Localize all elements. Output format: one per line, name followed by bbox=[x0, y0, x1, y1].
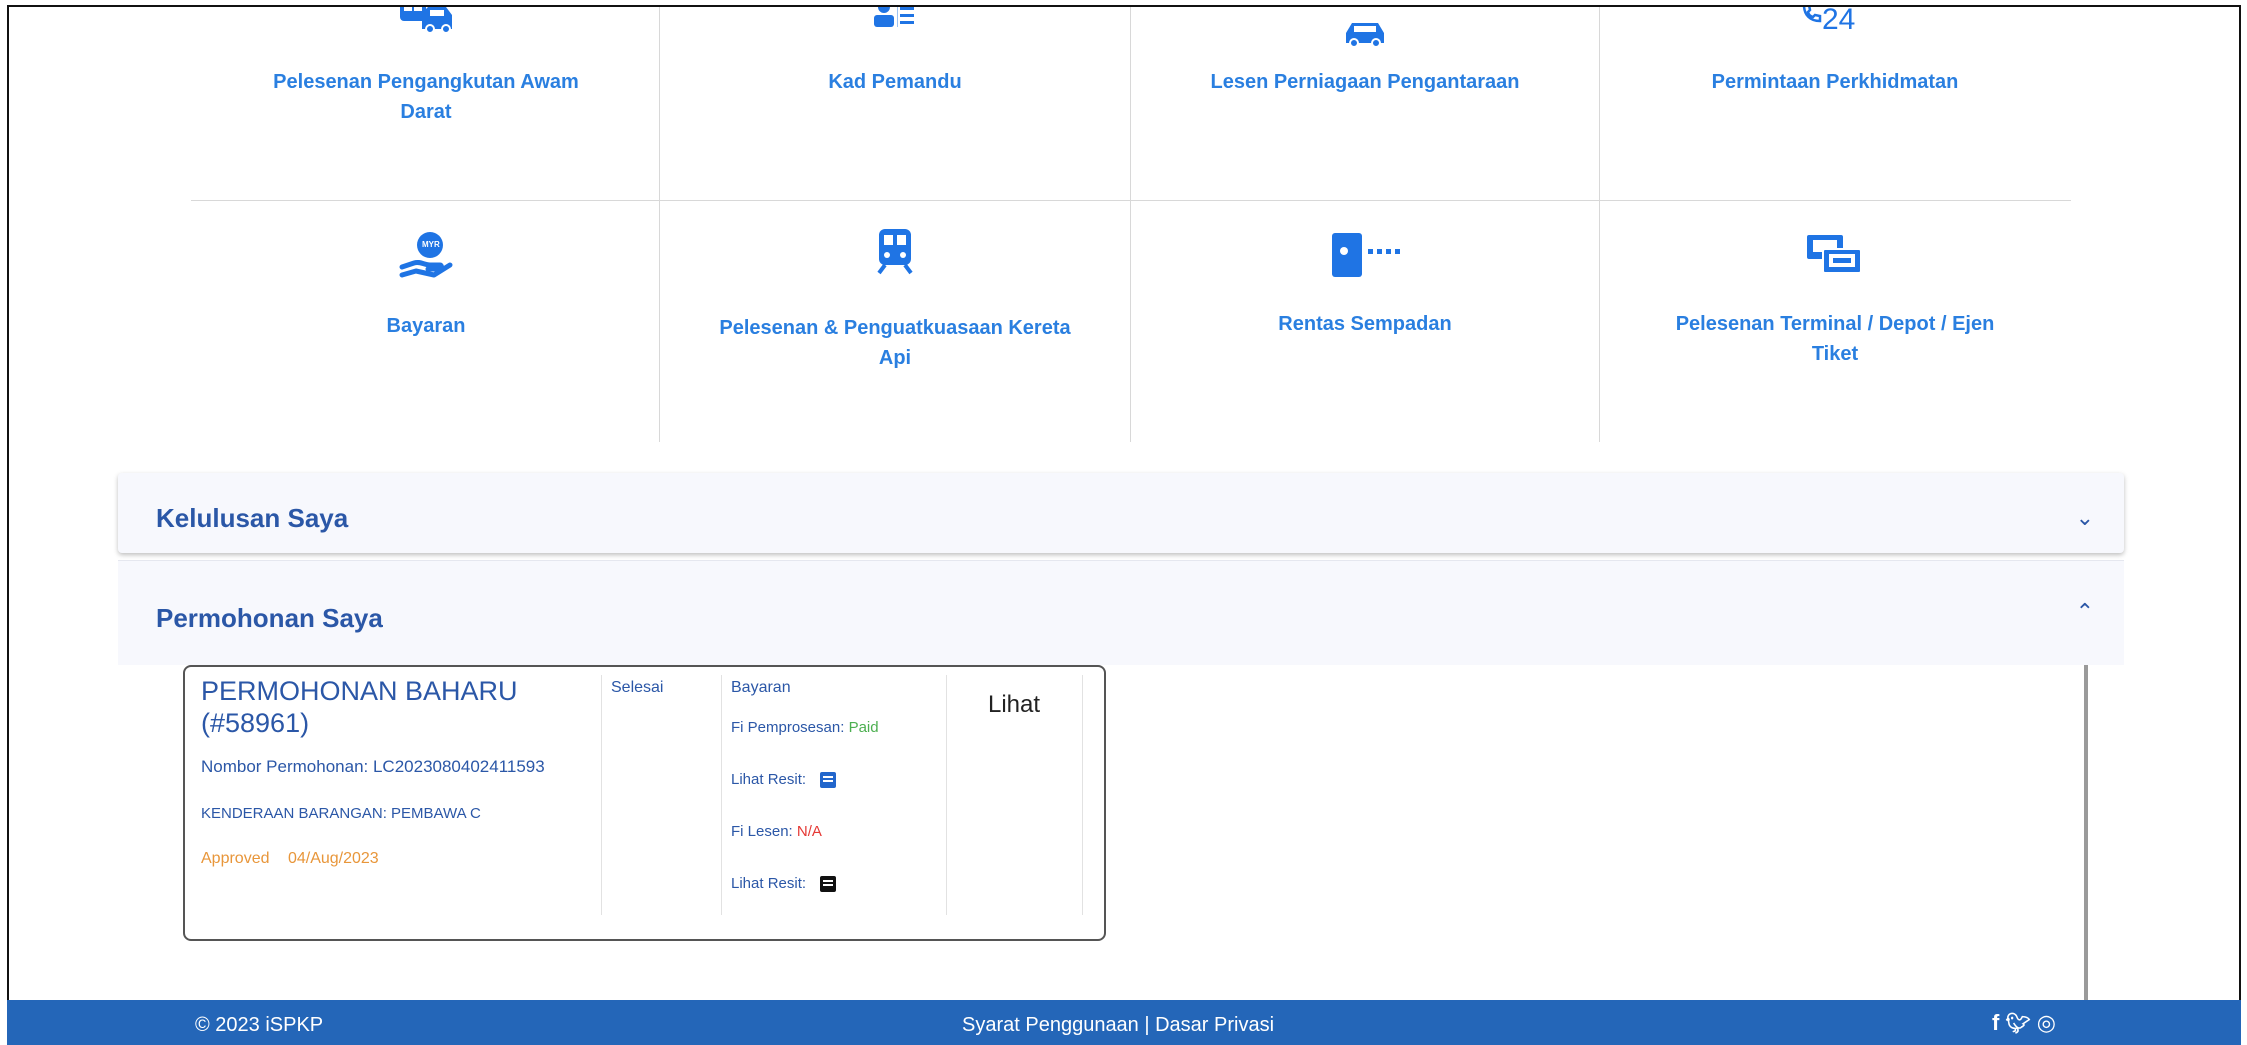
service-card-kad-pemandu[interactable]: Kad Pemandu bbox=[660, 7, 1130, 200]
receipt-icon[interactable] bbox=[820, 876, 837, 893]
footer: © 2023 iSPKP Syarat Penggunaan | Dasar P… bbox=[7, 1000, 2241, 1045]
application-info: PERMOHONAN BAHARU (#58961) Nombor Permoh… bbox=[201, 675, 602, 915]
footer-links[interactable]: Syarat Penggunaan | Dasar Privasi bbox=[962, 1014, 1274, 1037]
processing-fee-label: Fi Pemprosesan: bbox=[731, 719, 845, 736]
accordion-kelulusan-saya[interactable]: Kelulusan Saya ⌄ bbox=[118, 473, 2124, 553]
service-label: Pelesenan Pengangkutan Awam Darat bbox=[273, 71, 579, 123]
view-button[interactable]: Lihat bbox=[946, 691, 1082, 719]
service-label: Bayaran bbox=[386, 315, 466, 337]
terminal-tickets-icon bbox=[1803, 231, 1867, 284]
myr-text: MYR bbox=[422, 240, 440, 249]
status-date: 04/Aug/2023 bbox=[287, 850, 379, 867]
license-fee-row: Fi Lesen: N/A bbox=[731, 823, 946, 875]
application-status: Approved 04/Aug/2023 bbox=[201, 850, 601, 868]
accordion-permohonan-saya[interactable]: Permohonan Saya ⌃ bbox=[118, 560, 2124, 670]
application-stage: Selesai bbox=[601, 675, 722, 915]
service-label: Permintaan Perkhidmatan bbox=[1711, 71, 1959, 93]
license-fee-value: N/A bbox=[796, 823, 822, 840]
driver-card-icon bbox=[870, 7, 920, 40]
processing-fee-row: Fi Pemprosesan: Paid bbox=[731, 719, 946, 771]
payment-column: Bayaran Fi Pemprosesan: Paid Lihat Resit… bbox=[721, 675, 947, 915]
phone-24-icon: 24 bbox=[1800, 5, 1870, 41]
stage-label: Selesai bbox=[611, 679, 664, 696]
status-badge: Approved bbox=[201, 850, 270, 867]
application-number: Nombor Permohonan: LC2023080402411593 bbox=[201, 757, 545, 776]
receipt-label: Lihat Resit: bbox=[731, 875, 807, 892]
application-card: PERMOHONAN BAHARU (#58961) Nombor Permoh… bbox=[183, 665, 1106, 941]
license-fee-label: Fi Lesen: bbox=[731, 823, 793, 840]
chevron-down-icon[interactable]: ⌄ bbox=[2076, 505, 2094, 531]
accordion-title: Kelulusan Saya bbox=[156, 503, 349, 533]
service-label: Pelesenan & Penguatkuasaan Kereta Api bbox=[719, 317, 1071, 369]
footer-copyright: © 2023 iSPKP bbox=[195, 1014, 324, 1036]
receipt-row: Lihat Resit: bbox=[731, 771, 946, 823]
application-category: KENDERAAN BARANGAN: PEMBAWA C bbox=[201, 805, 481, 822]
bus-car-icon bbox=[396, 7, 456, 44]
car-icon bbox=[1340, 19, 1390, 54]
service-label: Rentas Sempadan bbox=[1278, 313, 1452, 335]
receipt-icon[interactable] bbox=[820, 772, 837, 789]
view-column: Lihat bbox=[946, 675, 1083, 915]
scrollbar[interactable] bbox=[2084, 665, 2088, 1005]
instagram-icon[interactable]: ◎ bbox=[2037, 1010, 2062, 1035]
phone-24-text: 24 bbox=[1822, 5, 1856, 36]
service-card-lesen-perniagaan[interactable]: Lesen Perniagaan Pengantaraan bbox=[1130, 7, 1600, 200]
service-label: Pelesenan Terminal / Depot / Ejen Tiket bbox=[1675, 313, 1995, 365]
twitter-icon[interactable]: 🐦︎ bbox=[2005, 1013, 2036, 1035]
chevron-up-icon[interactable]: ⌃ bbox=[2076, 599, 2094, 625]
service-label: Kad Pemandu bbox=[828, 71, 962, 93]
payment-header: Bayaran bbox=[731, 679, 791, 696]
payment-hand-icon: MYR bbox=[396, 231, 456, 281]
service-card-kereta-api[interactable]: Pelesenan & Penguatkuasaan Kereta Api bbox=[660, 201, 1130, 443]
border-crossing-icon bbox=[1330, 231, 1400, 284]
train-icon bbox=[875, 227, 915, 280]
accordion-title: Permohonan Saya bbox=[156, 603, 383, 633]
service-card-permintaan-perkhidmatan[interactable]: 24 Permintaan Perkhidmatan bbox=[1600, 7, 2070, 200]
receipt-label: Lihat Resit: bbox=[731, 771, 807, 788]
facebook-icon[interactable]: f bbox=[1992, 1010, 2005, 1035]
service-label: Lesen Perniagaan Pengantaraan bbox=[1210, 71, 1520, 93]
service-card-rentas-sempadan[interactable]: Rentas Sempadan bbox=[1130, 201, 1600, 443]
social-icons: f🐦︎◎ bbox=[1992, 1010, 2062, 1036]
service-card-pelesenan-terminal[interactable]: Pelesenan Terminal / Depot / Ejen Tiket bbox=[1600, 201, 2070, 443]
receipt-row: Lihat Resit: bbox=[731, 875, 946, 927]
processing-fee-value: Paid bbox=[848, 719, 879, 736]
service-card-bayaran[interactable]: MYR Bayaran bbox=[191, 201, 661, 443]
service-card-pelesenan-pengangkutan[interactable]: Pelesenan Pengangkutan Awam Darat bbox=[191, 7, 661, 200]
application-title: PERMOHONAN BAHARU (#58961) bbox=[201, 676, 518, 738]
